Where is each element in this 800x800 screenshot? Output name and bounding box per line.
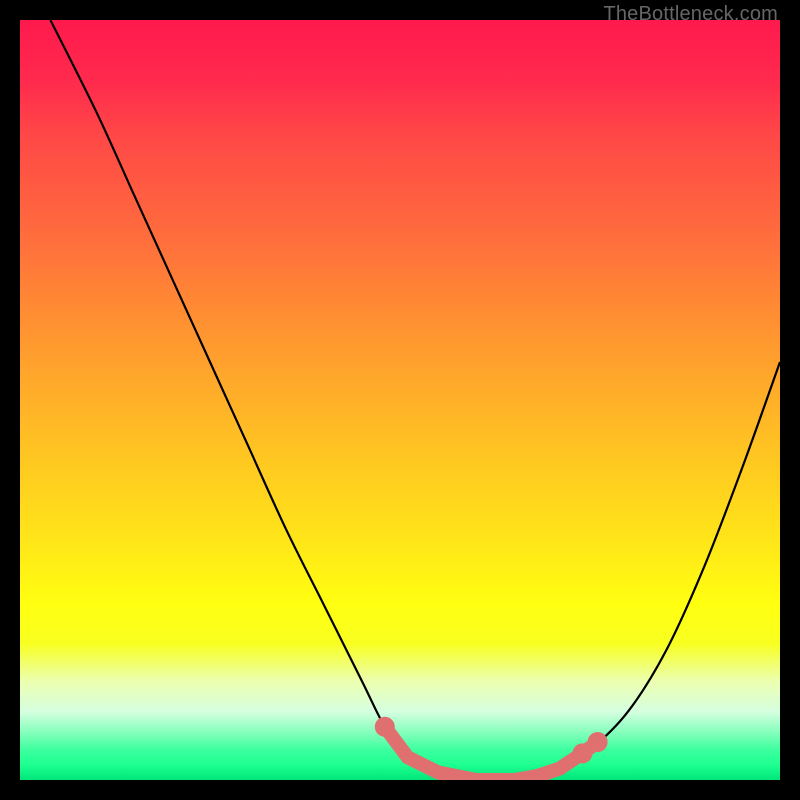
hotspot-group	[375, 717, 608, 780]
hotspot-dot	[375, 717, 395, 737]
hotspot-dot	[553, 762, 567, 776]
hotspot-dot	[431, 765, 445, 779]
bottleneck-chart	[20, 20, 780, 780]
hotspot-dot	[588, 732, 608, 752]
hotspot-dot	[401, 750, 415, 764]
curve-line	[50, 20, 780, 780]
